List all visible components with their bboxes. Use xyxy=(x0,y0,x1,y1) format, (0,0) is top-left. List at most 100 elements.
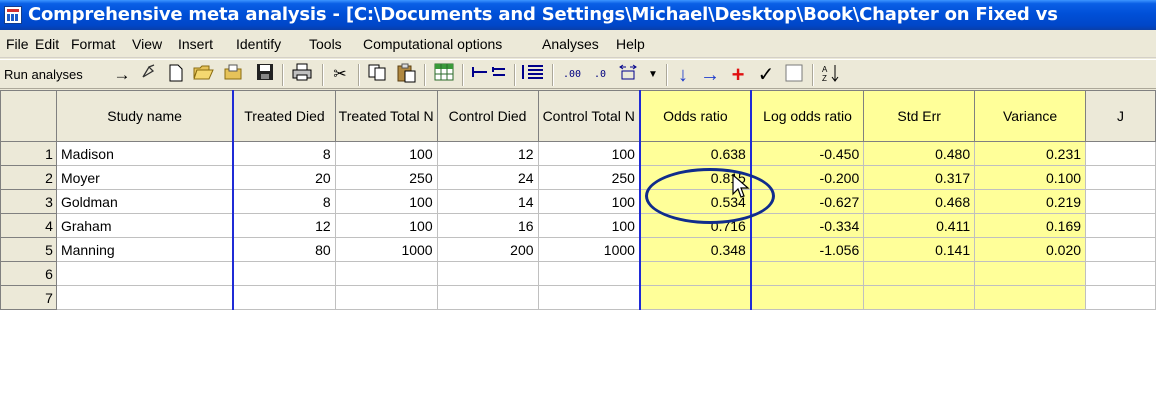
treated-died-cell[interactable]: 8 xyxy=(232,189,336,214)
study-name-cell[interactable]: Graham xyxy=(55,213,234,238)
treated-died-cell[interactable] xyxy=(232,261,336,286)
col-header-control-died[interactable]: Control Died xyxy=(436,90,539,142)
checkbox-icon[interactable] xyxy=(782,63,806,87)
print-icon[interactable] xyxy=(290,63,314,87)
copy-icon[interactable] xyxy=(366,63,390,87)
cut-icon[interactable]: ✂ xyxy=(330,63,350,87)
control-total-cell[interactable]: 250 xyxy=(537,165,641,190)
control-died-cell[interactable]: 200 xyxy=(436,237,539,262)
decrease-decimal-icon[interactable]: .0 xyxy=(588,63,612,87)
menu-help[interactable]: Help xyxy=(616,36,645,52)
pointer-icon[interactable] xyxy=(136,63,160,87)
control-died-cell[interactable]: 12 xyxy=(436,141,539,166)
right-arrow-icon[interactable]: → xyxy=(698,63,722,87)
list-icon[interactable] xyxy=(520,63,546,87)
control-total-cell[interactable]: 100 xyxy=(537,189,641,214)
dropdown-icon[interactable]: ▼ xyxy=(644,63,662,87)
col-header-treated-died[interactable]: Treated Died xyxy=(232,90,336,142)
plus-icon[interactable]: + xyxy=(726,63,750,87)
row-number[interactable]: 2 xyxy=(0,165,57,190)
open-file-icon[interactable] xyxy=(222,63,246,87)
log-odds-ratio-cell[interactable]: -0.627 xyxy=(749,189,865,214)
variance-cell[interactable]: 0.231 xyxy=(974,141,1087,166)
odds-ratio-cell[interactable]: 0.534 xyxy=(638,189,752,214)
treated-died-cell[interactable]: 80 xyxy=(232,237,336,262)
control-total-cell[interactable]: 100 xyxy=(537,141,641,166)
std-err-cell[interactable] xyxy=(863,285,976,310)
variance-cell[interactable] xyxy=(974,261,1087,286)
arrow-right-icon[interactable]: → xyxy=(112,63,132,87)
col-header-control-total[interactable]: Control Total N xyxy=(537,90,641,142)
column-width-icon[interactable] xyxy=(616,63,640,87)
treated-total-cell[interactable]: 250 xyxy=(334,165,438,190)
control-total-cell[interactable]: 100 xyxy=(537,213,641,238)
menu-identify[interactable]: Identify xyxy=(236,36,281,52)
log-odds-ratio-cell[interactable]: -0.450 xyxy=(749,141,865,166)
row-number[interactable]: 1 xyxy=(0,141,57,166)
menu-computational-options[interactable]: Computational options xyxy=(363,36,502,52)
col-header-variance[interactable]: Variance xyxy=(974,90,1087,142)
j-cell[interactable] xyxy=(1085,189,1156,214)
col-header-j[interactable]: J xyxy=(1085,90,1156,142)
run-analyses-button[interactable]: Run analyses xyxy=(4,63,83,87)
paste-icon[interactable] xyxy=(394,63,418,87)
menu-format[interactable]: Format xyxy=(71,36,115,52)
col-header-std-err[interactable]: Std Err xyxy=(863,90,976,142)
treated-total-cell[interactable]: 1000 xyxy=(334,237,438,262)
log-odds-ratio-cell[interactable]: -0.334 xyxy=(749,213,865,238)
variance-cell[interactable]: 0.100 xyxy=(974,165,1087,190)
treated-total-cell[interactable]: 100 xyxy=(334,189,438,214)
j-cell[interactable] xyxy=(1085,261,1156,286)
treated-total-cell[interactable]: 100 xyxy=(334,141,438,166)
treated-died-cell[interactable]: 8 xyxy=(232,141,336,166)
variance-cell[interactable]: 0.219 xyxy=(974,189,1087,214)
std-err-cell[interactable]: 0.468 xyxy=(863,189,976,214)
menu-insert[interactable]: Insert xyxy=(178,36,213,52)
odds-ratio-cell[interactable]: 0.815 xyxy=(638,165,752,190)
sort-icon[interactable]: AZ xyxy=(820,63,842,87)
col-header-odds-ratio[interactable]: Odds ratio xyxy=(638,90,752,142)
study-name-cell[interactable]: Madison xyxy=(55,141,234,166)
new-file-icon[interactable] xyxy=(165,63,187,87)
control-died-cell[interactable] xyxy=(436,285,539,310)
save-icon[interactable] xyxy=(254,63,276,87)
control-total-cell[interactable] xyxy=(537,285,641,310)
app-icon[interactable] xyxy=(4,6,22,24)
treated-total-cell[interactable]: 100 xyxy=(334,213,438,238)
study-name-cell[interactable]: Manning xyxy=(55,237,234,262)
j-cell[interactable] xyxy=(1085,237,1156,262)
std-err-cell[interactable] xyxy=(863,261,976,286)
check-icon[interactable]: ✓ xyxy=(754,63,778,87)
row-number[interactable]: 7 xyxy=(0,285,57,310)
col-header-treated-total[interactable]: Treated Total N xyxy=(334,90,438,142)
control-total-cell[interactable] xyxy=(537,261,641,286)
j-cell[interactable] xyxy=(1085,165,1156,190)
study-name-cell[interactable] xyxy=(55,285,234,310)
menu-tools[interactable]: Tools xyxy=(309,36,342,52)
variance-cell[interactable]: 0.169 xyxy=(974,213,1087,238)
row-number[interactable]: 3 xyxy=(0,189,57,214)
odds-ratio-cell[interactable]: 0.716 xyxy=(638,213,752,238)
j-cell[interactable] xyxy=(1085,141,1156,166)
down-arrow-icon[interactable]: ↓ xyxy=(672,63,694,87)
odds-ratio-cell[interactable]: 0.348 xyxy=(638,237,752,262)
log-odds-ratio-cell[interactable] xyxy=(749,261,865,286)
row-number[interactable]: 4 xyxy=(0,213,57,238)
log-odds-ratio-cell[interactable]: -0.200 xyxy=(749,165,865,190)
j-cell[interactable] xyxy=(1085,213,1156,238)
log-odds-ratio-cell[interactable]: -1.056 xyxy=(749,237,865,262)
log-odds-ratio-cell[interactable] xyxy=(749,285,865,310)
odds-ratio-cell[interactable]: 0.638 xyxy=(638,141,752,166)
increase-decimal-icon[interactable]: .00 xyxy=(560,63,584,87)
j-cell[interactable] xyxy=(1085,285,1156,310)
open-folder-icon[interactable] xyxy=(192,63,216,87)
study-name-cell[interactable]: Moyer xyxy=(55,165,234,190)
menu-analyses[interactable]: Analyses xyxy=(542,36,599,52)
control-total-cell[interactable]: 1000 xyxy=(537,237,641,262)
odds-ratio-cell[interactable] xyxy=(638,285,752,310)
std-err-cell[interactable]: 0.141 xyxy=(863,237,976,262)
row-number[interactable]: 5 xyxy=(0,237,57,262)
menu-edit[interactable]: Edit xyxy=(35,36,59,52)
col-header-log-odds-ratio[interactable]: Log odds ratio xyxy=(749,90,865,142)
control-died-cell[interactable] xyxy=(436,261,539,286)
